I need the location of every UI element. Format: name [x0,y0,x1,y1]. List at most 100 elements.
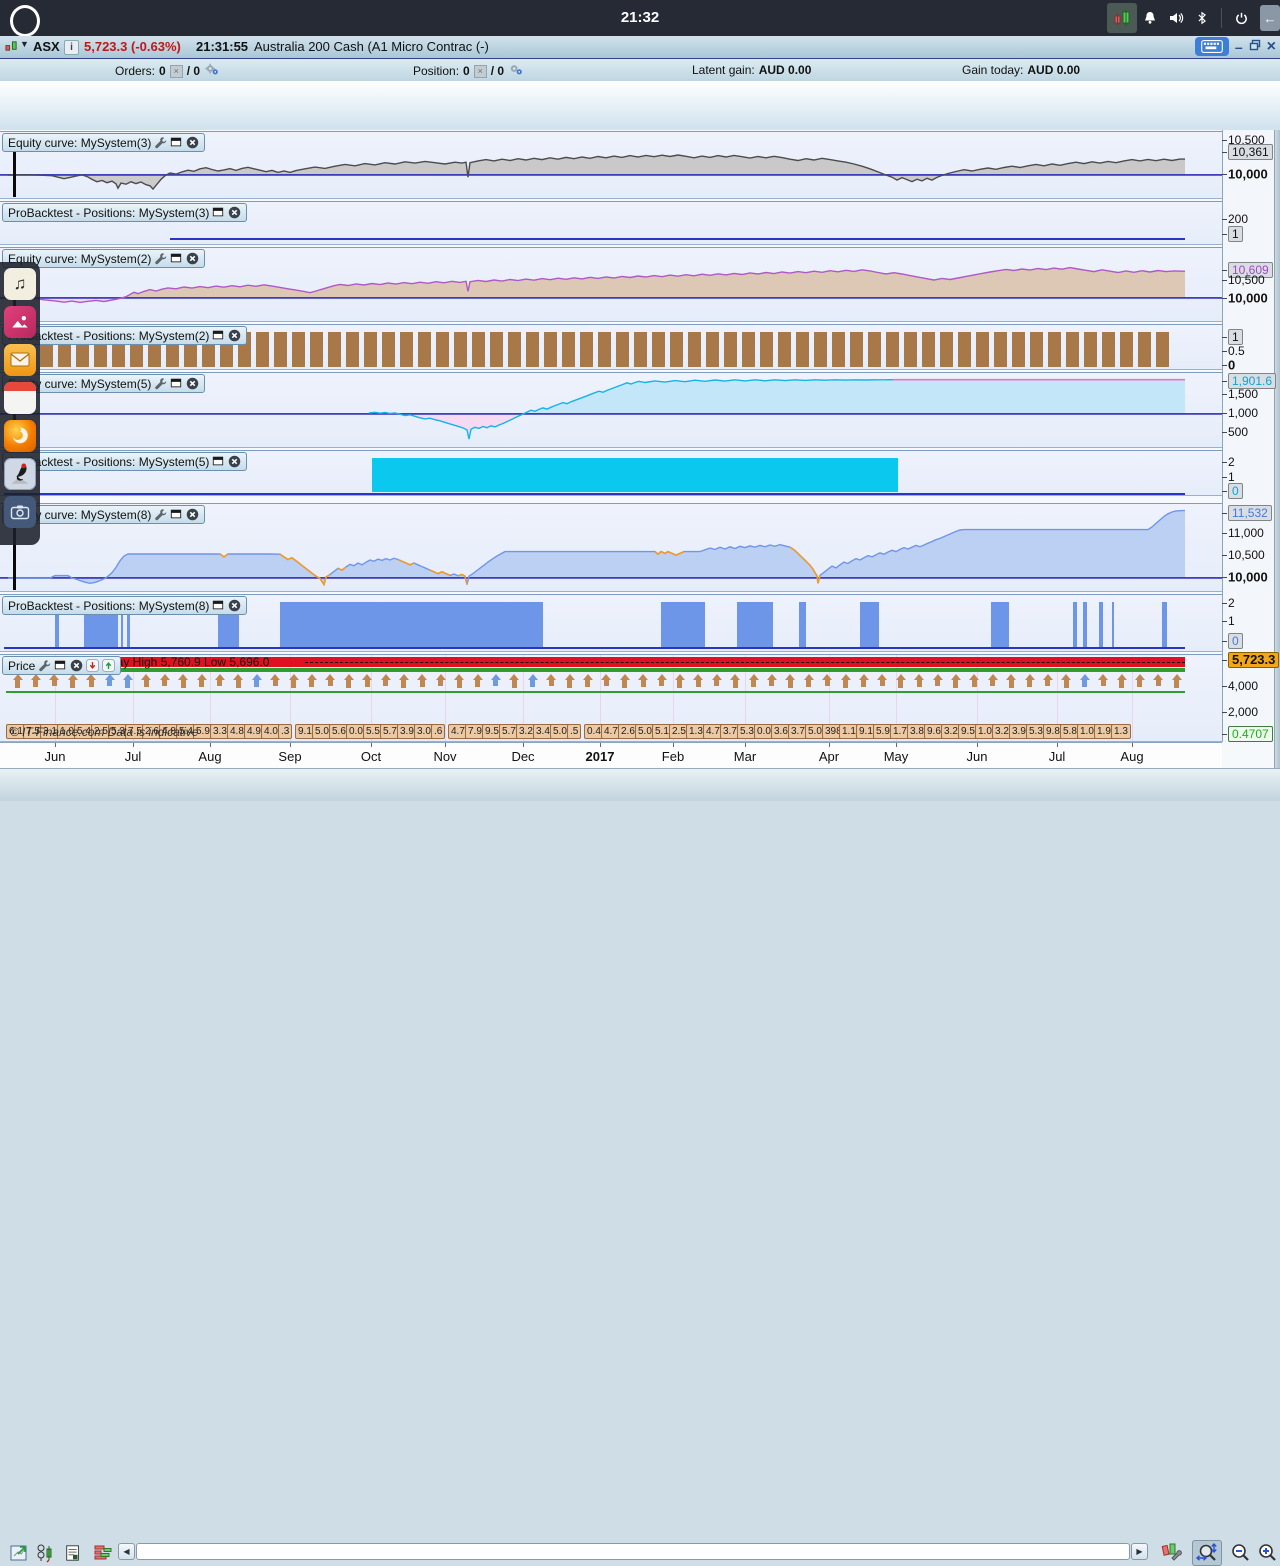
trade-entry-arrow [1024,674,1035,689]
panel-header[interactable]: Equity curve: MySystem(3) [2,133,206,152]
position-bar [562,332,575,367]
settings-wrench-icon[interactable] [154,136,167,149]
close-panel-icon[interactable] [70,659,83,672]
trade-entry-arrow [895,674,906,689]
office-app[interactable] [4,382,36,414]
detach-window-icon[interactable] [170,136,183,149]
axis-label: 10,361 [1228,144,1273,160]
window-title-bar[interactable]: ▼ ASX i 5,723.3 (-0.63%) 21:31:55 Austra… [0,36,1280,59]
dropdown-caret-icon[interactable]: ▼ [20,39,29,49]
position-bar [310,332,323,367]
chart-panel-p9[interactable]: Day High 5,760.9 Low 5,696.0 6.1 7.5 3.1 1.0… [0,654,1222,742]
report-icon[interactable] [62,1543,84,1563]
bluetooth-icon[interactable] [1189,4,1215,32]
music-player[interactable]: ♫ [4,268,36,300]
bell-icon[interactable] [1137,4,1163,32]
position-bar [814,332,827,367]
panel-title: ProBacktest - Positions: MySystem(8) [8,598,210,613]
chart-panel-p3[interactable]: Equity curve: MySystem(2) [0,247,1222,322]
trade-entry-arrow [1171,674,1182,689]
chart-panel-p2[interactable]: ProBacktest - Positions: MySystem(3) [0,201,1222,245]
panel-header[interactable]: Price [2,656,122,675]
close-panel-icon[interactable] [186,508,199,521]
speaker-icon[interactable] [1163,4,1189,32]
chart-panel-p4[interactable]: ProBacktest - Positions: MySystem(2) [0,324,1222,370]
chart-panel-p8[interactable]: ProBacktest - Positions: MySystem(8) [0,594,1222,652]
detach-window-icon[interactable] [212,455,225,468]
y-axis-drag-bar[interactable] [13,149,16,197]
tray-expand-arrow-icon[interactable]: ← [1260,5,1280,31]
scroll-left-button[interactable]: ◀ [118,1543,135,1560]
image-viewer[interactable] [4,306,36,338]
detach-window-icon[interactable] [212,599,225,612]
close-panel-icon[interactable] [186,252,199,265]
trade-entry-arrow [914,674,925,689]
settings-wrench-icon[interactable] [154,508,167,521]
detach-window-icon[interactable] [170,508,183,521]
close-panel-icon[interactable] [228,329,241,342]
close-panel-icon[interactable] [228,455,241,468]
chart-panel-p1[interactable]: Equity curve: MySystem(3) [0,131,1222,199]
close-panel-icon[interactable] [186,136,199,149]
detach-window-icon[interactable] [54,659,67,672]
pop-out-chart-icon[interactable] [8,1543,30,1563]
close-panel-icon[interactable] [228,599,241,612]
panel-header[interactable]: ProBacktest - Positions: MySystem(3) [2,203,248,222]
close-position-icon[interactable]: × [473,64,487,78]
info-icon[interactable]: i [64,40,79,55]
panel-header[interactable]: ProBacktest - Positions: MySystem(8) [2,596,248,615]
x-axis-label: 2017 [585,749,615,764]
x-axis-label: Nov [433,749,457,764]
email-client[interactable] [4,344,36,376]
settings-wrench-icon[interactable] [154,252,167,265]
zoom-in-button[interactable] [1252,1540,1280,1566]
orders-settings-icon[interactable] [204,63,220,79]
keyboard-icon[interactable] [1194,37,1229,56]
x-axis-label: Jul [1048,749,1066,764]
x-axis-label: Jul [124,749,142,764]
screenshot-tool[interactable] [4,496,36,528]
zoom-out-button[interactable] [1225,1540,1255,1566]
settings-wrench-icon[interactable] [154,377,167,390]
minimize-icon[interactable]: – [1235,40,1243,54]
scroll-right-button[interactable]: ▶ [1131,1543,1148,1560]
chart-panel-p5[interactable]: Equity curve: MySystem(5) [0,372,1222,448]
position-label: Position: [413,64,460,78]
position-settings-icon[interactable] [508,63,524,79]
cancel-orders-icon[interactable]: × [169,64,183,78]
watermark-label: © IT-Finance.com Data is indicative [10,725,199,739]
positions-baseline [4,493,1185,495]
x-axis[interactable]: Jun Jul Aug Sep Oct Nov Dec 2017 Feb Mar Apr May Jun… [0,742,1222,769]
quick-sell-icon[interactable] [86,659,100,672]
settings-wrench-icon[interactable] [38,659,51,672]
position-bar [1138,332,1151,367]
axis-tick [1222,734,1227,735]
firefox-browser[interactable] [4,420,36,452]
quick-buy-icon[interactable] [102,659,116,672]
close-panel-icon[interactable] [186,377,199,390]
system-clock[interactable]: 21:32 [0,9,1280,26]
trade-entry-arrow [969,674,980,689]
close-panel-icon[interactable] [228,206,241,219]
candlestick-app-icon[interactable] [1107,3,1137,33]
detach-window-icon[interactable] [212,329,225,342]
market-depth-icon[interactable] [92,1543,114,1563]
axis-label: 11,000 [1228,526,1264,540]
trade-entry-arrow [730,674,741,689]
linked-quotes-icon[interactable] [34,1543,56,1563]
detach-window-icon[interactable] [212,206,225,219]
restore-icon[interactable] [1249,39,1261,54]
chart-panel-p6[interactable]: ProBacktest - Positions: MySystem(5) [0,450,1222,496]
trading-platform-java[interactable] [4,458,36,490]
horizontal-scrollbar[interactable] [136,1543,1130,1560]
chart-panel-p7[interactable]: Equity curve: MySystem(8) [0,503,1222,592]
close-icon[interactable]: × [1267,38,1276,55]
power-icon[interactable] [1228,4,1254,32]
detach-window-icon[interactable] [170,377,183,390]
trade-entry-arrow [1079,674,1090,689]
charts-area[interactable]: Jun Jul Aug Sep Oct Nov Dec 2017 Feb Mar Apr May Jun… [0,130,1280,769]
detach-window-icon[interactable] [170,252,183,265]
x-axis-label: Jun [44,749,66,764]
zoom-drag-tool[interactable] [1192,1540,1222,1566]
chart-settings-icon[interactable] [1160,1541,1182,1561]
